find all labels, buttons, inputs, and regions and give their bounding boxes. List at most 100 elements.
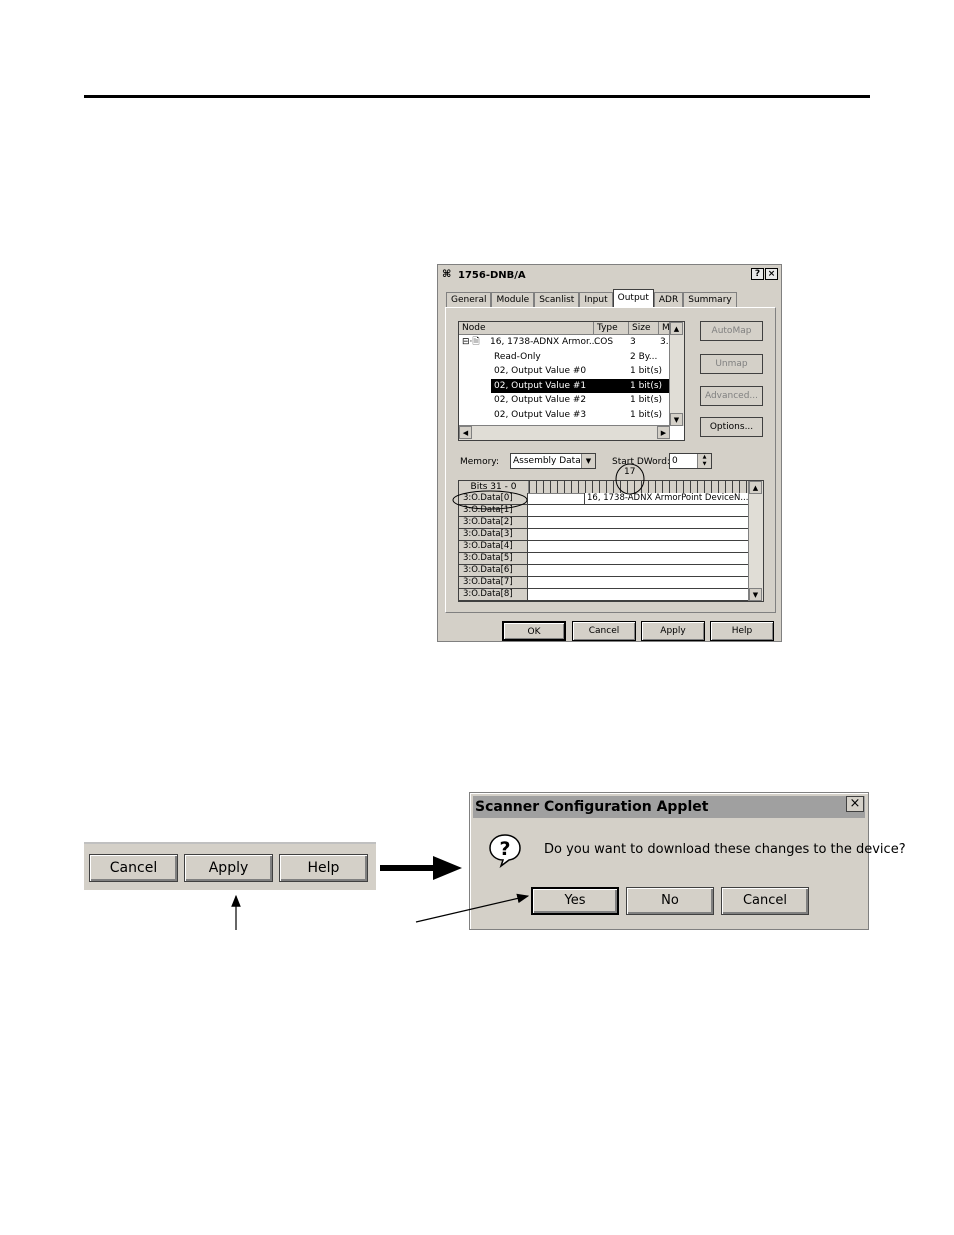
scroll-up-icon[interactable]: ▲ xyxy=(670,322,683,335)
question-icon: ? xyxy=(489,834,521,868)
zoomed-help-button[interactable]: Help xyxy=(279,854,368,882)
automap-button[interactable]: AutoMap xyxy=(700,321,763,341)
tree-row-size: 1 bit(s) xyxy=(630,395,663,405)
confirm-title-bar: Scanner Configuration Applet xyxy=(473,796,865,818)
tab-scanlist[interactable]: Scanlist xyxy=(534,292,580,308)
output-device-tree[interactable]: Node Type Size M ⊟·🗎 16, 1738-ADNX Armor… xyxy=(458,321,685,441)
zoomed-apply-button[interactable]: Apply xyxy=(184,854,273,882)
grid-row-label: 3:O.Data[4] xyxy=(459,541,528,552)
column-node[interactable]: Node xyxy=(459,322,594,334)
tab-input[interactable]: Input xyxy=(579,292,613,308)
grid-row-label: 3:O.Data[1] xyxy=(459,505,528,516)
tree-row[interactable]: ⊟·🗎 16, 1738-ADNX Armor... COS 3 3.( xyxy=(459,335,684,350)
scroll-left-icon[interactable]: ◀ xyxy=(459,426,472,439)
close-title-button[interactable]: × xyxy=(765,268,778,280)
tab-general[interactable]: General xyxy=(446,292,492,308)
unmap-button[interactable]: Unmap xyxy=(700,354,763,374)
grid-row-label: 3:O.Data[2] xyxy=(459,517,528,528)
start-dword-spinner[interactable]: 0 ▲ ▼ xyxy=(669,453,712,469)
memory-label: Memory: xyxy=(460,457,499,467)
bit-callout-number: 17 xyxy=(624,467,636,477)
tree-header: Node Type Size M xyxy=(459,322,684,335)
tab-module[interactable]: Module xyxy=(491,292,535,308)
tree-row-selected[interactable]: 02, Output Value #1 1 bit(s) xyxy=(491,378,671,393)
tree-row-node: Read-Only xyxy=(494,351,541,362)
tab-adr[interactable]: ADR xyxy=(653,292,684,308)
dropdown-arrow-icon[interactable]: ▼ xyxy=(581,454,595,468)
ok-button[interactable]: OK xyxy=(502,621,566,641)
tree-row[interactable]: 02, Output Value #0 1 bit(s) xyxy=(459,364,684,379)
grid-row-label: 3:O.Data[7] xyxy=(459,577,528,588)
start-dword-label: Start DWord: xyxy=(612,457,670,467)
app-icon: ⌘ xyxy=(442,269,452,280)
tree-vertical-scrollbar[interactable]: ▲ ▼ xyxy=(669,322,684,426)
start-dword-value: 0 xyxy=(672,456,678,466)
grid-row[interactable]: 3:O.Data[4] xyxy=(459,541,751,553)
download-confirm-dialog: Scanner Configuration Applet × ? Do you … xyxy=(469,792,906,930)
column-type[interactable]: Type xyxy=(594,322,629,334)
column-size[interactable]: Size xyxy=(629,322,659,334)
cancel-button[interactable]: Cancel xyxy=(572,621,636,641)
collapse-icon[interactable]: ⊟·🗎 xyxy=(462,335,480,350)
grid-row[interactable]: 3:O.Data[5] xyxy=(459,553,751,565)
dialog-title: 1756-DNB/A xyxy=(458,269,526,281)
grid-row[interactable]: 3:O.Data[6] xyxy=(459,565,751,577)
scroll-right-icon[interactable]: ▶ xyxy=(657,426,670,439)
tree-row-size: 1 bit(s) xyxy=(630,409,663,420)
grid-row-label: 3:O.Data[6] xyxy=(459,565,528,576)
dialog-title-bar: ⌘ 1756-DNB/A xyxy=(440,267,779,283)
grid-row[interactable]: 3:O.Data[8] xyxy=(459,589,751,601)
grid-row[interactable]: 3:O.Data[2] xyxy=(459,517,751,529)
tree-row-size: 1 bit(s) xyxy=(630,380,663,391)
svg-text:?: ? xyxy=(499,838,510,860)
grid-row[interactable]: 3:O.Data[3] xyxy=(459,529,751,541)
yes-button[interactable]: Yes xyxy=(531,887,619,915)
grid-row[interactable]: 3:O.Data[1] xyxy=(459,505,751,517)
tree-horizontal-scrollbar[interactable]: ◀ ▶ xyxy=(459,425,670,440)
grid-row-label: 3:O.Data[0] xyxy=(459,493,528,504)
no-button[interactable]: No xyxy=(626,887,714,915)
memory-select-value: Assembly Data xyxy=(513,456,581,466)
scroll-up-icon[interactable]: ▲ xyxy=(749,481,762,494)
tab-strip: General Module Scanlist Input Output ADR… xyxy=(446,289,737,308)
grid-row[interactable]: 3:O.Data[7] xyxy=(459,577,751,589)
tree-row[interactable]: Read-Only 2 By... xyxy=(459,350,684,365)
zoomed-cancel-button[interactable]: Cancel xyxy=(89,854,178,882)
help-title-button[interactable]: ? xyxy=(751,268,764,280)
help-button[interactable]: Help xyxy=(710,621,774,641)
tree-row[interactable]: 02, Output Value #2 1 bit(s) xyxy=(459,393,684,408)
grid-row[interactable]: 3:O.Data[0] 16, 1738-ADNX ArmorPoint Dev… xyxy=(459,493,754,505)
scroll-down-icon[interactable]: ▼ xyxy=(670,413,683,426)
tree-row[interactable]: 02, Output Value #3 1 bit(s) xyxy=(459,408,684,423)
tree-row-size: 1 bit(s) xyxy=(630,366,663,376)
big-arrow-head xyxy=(433,856,462,880)
tree-row-node: 02, Output Value #0 xyxy=(494,366,587,376)
apply-button[interactable]: Apply xyxy=(641,621,705,641)
tab-output[interactable]: Output xyxy=(612,289,654,308)
bit-ticks xyxy=(529,481,751,493)
bits-header-label: Bits 31 - 0 xyxy=(459,481,529,493)
options-button[interactable]: Options... xyxy=(700,417,763,437)
tree-row-node: 02, Output Value #1 xyxy=(494,380,587,391)
memory-select[interactable]: Assembly Data ▼ xyxy=(510,453,596,469)
grid-row-label: 3:O.Data[8] xyxy=(459,589,528,600)
confirm-cancel-button[interactable]: Cancel xyxy=(721,887,809,915)
tree-row-node: 02, Output Value #2 xyxy=(494,395,587,405)
tree-row-size: 2 By... xyxy=(630,351,658,362)
tree-row-node: 02, Output Value #3 xyxy=(494,409,587,420)
close-icon[interactable]: × xyxy=(846,796,864,812)
memory-map-grid[interactable]: Bits 31 - 0 3:O.Data[0] 16, 1738-ADNX Ar… xyxy=(458,480,764,602)
scroll-down-icon[interactable]: ▼ xyxy=(749,588,762,601)
advanced-button[interactable]: Advanced... xyxy=(700,386,763,406)
mapped-device-cell[interactable]: 16, 1738-ADNX ArmorPoint DeviceN... xyxy=(584,493,754,504)
spinner-arrows-icon[interactable]: ▲ ▼ xyxy=(697,454,711,468)
confirm-message: Do you want to download these changes to… xyxy=(544,842,906,857)
module-properties-dialog: ⌘ 1756-DNB/A ? × General Module Scanlist… xyxy=(437,264,782,642)
tree-row-node: 16, 1738-ADNX Armor... xyxy=(490,337,598,347)
grid-vertical-scrollbar[interactable]: ▲ ▼ xyxy=(748,481,763,601)
confirm-title: Scanner Configuration Applet xyxy=(475,799,709,815)
tree-row-size: 3 xyxy=(630,337,636,347)
tree-row-type: COS xyxy=(594,337,614,347)
grid-row-label: 3:O.Data[3] xyxy=(459,529,528,540)
tab-summary[interactable]: Summary xyxy=(683,292,737,308)
